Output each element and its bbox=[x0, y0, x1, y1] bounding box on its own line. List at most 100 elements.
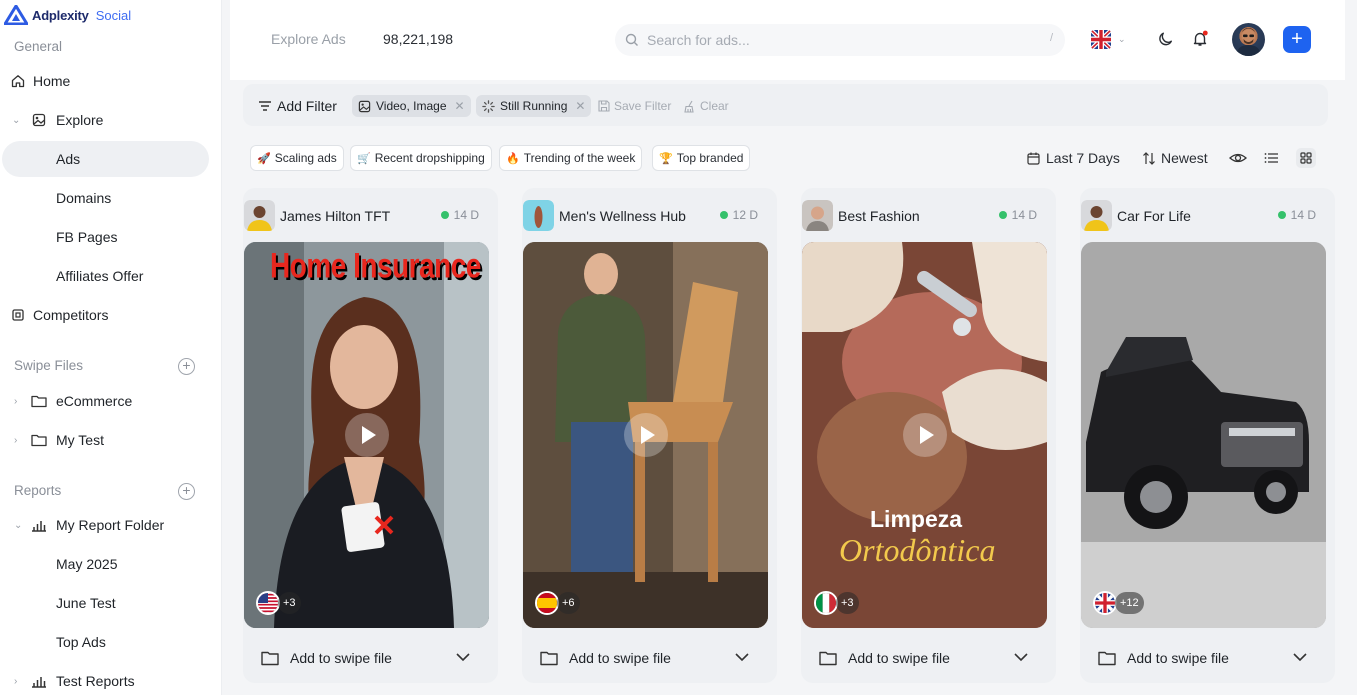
uk-flag-icon[interactable] bbox=[1091, 30, 1111, 49]
add-filter-button[interactable]: Add Filter bbox=[258, 95, 337, 117]
quick-chip-trending-week[interactable]: 🔥 Trending of the week bbox=[499, 145, 643, 171]
add-swipe-file-icon[interactable]: + bbox=[178, 358, 195, 375]
ad-media[interactable]: +12 bbox=[1081, 242, 1326, 628]
clear-filter-button[interactable]: Clear bbox=[683, 95, 729, 117]
sidebar-item-domains[interactable]: Domains bbox=[2, 180, 209, 216]
chevron-down-icon[interactable] bbox=[1013, 652, 1029, 662]
advertiser-avatar[interactable] bbox=[1081, 200, 1112, 231]
search-input[interactable] bbox=[647, 31, 1027, 49]
more-countries-badge: +6 bbox=[557, 592, 580, 614]
sidebar-item-ads[interactable]: Ads bbox=[2, 141, 209, 177]
ad-age-label: 12 D bbox=[732, 208, 758, 222]
image-gallery-icon bbox=[32, 113, 46, 127]
ad-countries[interactable]: +6 bbox=[535, 591, 580, 615]
active-status-dot bbox=[998, 211, 1007, 219]
add-report-icon[interactable]: + bbox=[178, 483, 195, 500]
ad-media[interactable]: Limpeza Ortodôntica +3 bbox=[802, 242, 1047, 628]
chevron-down-icon[interactable]: ⌄ bbox=[14, 520, 22, 531]
advertiser-avatar[interactable] bbox=[523, 200, 554, 231]
sidebar-item-label: Top Ads bbox=[56, 634, 106, 650]
add-to-swipe-file-button[interactable]: Add to swipe file bbox=[802, 640, 1047, 676]
search-bar[interactable]: / bbox=[615, 24, 1065, 56]
sidebar-item-my-report-folder[interactable]: ⌄ My Report Folder bbox=[2, 507, 209, 543]
sidebar-item-home[interactable]: Home bbox=[2, 63, 209, 99]
user-avatar[interactable] bbox=[1232, 23, 1265, 56]
chevron-down-icon[interactable]: ⌄ bbox=[12, 115, 20, 126]
sidebar-item-label: June Test bbox=[56, 595, 116, 611]
sidebar-item-competitors[interactable]: Competitors bbox=[2, 297, 209, 333]
dark-mode-moon-icon[interactable] bbox=[1157, 30, 1175, 48]
ad-card[interactable]: Car For Life 14 D +12 Add to swipe file bbox=[1080, 188, 1335, 683]
sidebar-item-may-2025[interactable]: May 2025 bbox=[2, 546, 209, 582]
ad-countries[interactable]: +3 bbox=[256, 591, 301, 615]
sidebar-item-june-test[interactable]: June Test bbox=[2, 585, 209, 621]
filter-lines-icon bbox=[259, 101, 271, 111]
chevron-right-icon[interactable]: › bbox=[14, 676, 17, 687]
advertiser-name[interactable]: Car For Life bbox=[1117, 208, 1191, 224]
sort-select[interactable]: Newest bbox=[1143, 150, 1208, 166]
add-to-swipe-file-button[interactable]: Add to swipe file bbox=[1081, 640, 1326, 676]
language-chevron-down-icon[interactable]: ⌄ bbox=[1118, 34, 1126, 45]
ad-card[interactable]: James Hilton TFT 14 D Home Insurance +3 bbox=[243, 188, 498, 683]
sidebar-item-affiliates-offer[interactable]: Affiliates Offer bbox=[2, 258, 209, 294]
sidebar-item-label: My Report Folder bbox=[56, 517, 165, 533]
chevron-down-icon[interactable] bbox=[455, 652, 471, 662]
chevron-right-icon[interactable]: › bbox=[14, 435, 17, 446]
advertiser-avatar[interactable] bbox=[244, 200, 275, 231]
ad-countries[interactable]: +12 bbox=[1093, 591, 1144, 615]
add-to-swipe-file-button[interactable]: Add to swipe file bbox=[523, 640, 768, 676]
quick-chip-label: Scaling ads bbox=[274, 151, 337, 165]
quick-chip-recent-dropshipping[interactable]: 🛒 Recent dropshipping bbox=[350, 145, 492, 171]
date-range-select[interactable]: Last 7 Days bbox=[1027, 150, 1120, 166]
advertiser-name[interactable]: Best Fashion bbox=[838, 208, 920, 224]
chevron-down-icon[interactable] bbox=[734, 652, 750, 662]
notification-bell-icon[interactable] bbox=[1191, 30, 1209, 48]
play-icon[interactable] bbox=[344, 413, 389, 457]
filter-chip-status[interactable]: Still Running ✕ bbox=[476, 95, 592, 117]
advertiser-avatar[interactable] bbox=[802, 200, 833, 231]
sidebar-item-top-ads[interactable]: Top Ads bbox=[2, 624, 209, 660]
quick-chip-scaling-ads[interactable]: 🚀 Scaling ads bbox=[250, 145, 344, 171]
active-status-dot bbox=[719, 211, 728, 219]
list-view-icon[interactable] bbox=[1262, 148, 1282, 168]
add-to-swipe-file-label: Add to swipe file bbox=[569, 650, 671, 666]
grid-view-icon[interactable] bbox=[1296, 148, 1316, 168]
chevron-down-icon[interactable] bbox=[1292, 652, 1308, 662]
add-to-swipe-file-button[interactable]: Add to swipe file bbox=[244, 640, 489, 676]
brand[interactable]: Adplexity Social bbox=[4, 4, 131, 26]
sidebar-item-my-test[interactable]: › My Test bbox=[2, 422, 209, 458]
sidebar-item-ecommerce[interactable]: › eCommerce bbox=[2, 383, 209, 419]
play-icon[interactable] bbox=[623, 413, 668, 457]
sidebar-item-label: Ads bbox=[56, 151, 81, 167]
chevron-right-icon[interactable]: › bbox=[14, 396, 17, 407]
sidebar-item-explore[interactable]: ⌄ Explore bbox=[2, 102, 209, 138]
play-icon[interactable] bbox=[902, 413, 947, 457]
spain-flag-icon bbox=[535, 591, 559, 615]
remove-filter-icon[interactable]: ✕ bbox=[455, 99, 465, 113]
section-general: General bbox=[14, 39, 63, 54]
save-filter-label: Save Filter bbox=[614, 99, 672, 113]
ad-card[interactable]: Men's Wellness Hub 12 D +6 Add to swipe … bbox=[522, 188, 777, 683]
ad-media[interactable]: +6 bbox=[523, 242, 768, 628]
advertiser-name[interactable]: James Hilton TFT bbox=[280, 208, 390, 224]
ad-card[interactable]: Best Fashion 14 D Limpeza Ortodôntica +3 bbox=[801, 188, 1056, 683]
quick-chip-top-branded[interactable]: 🏆 Top branded bbox=[652, 145, 751, 171]
filter-chip-media-type[interactable]: Video, Image ✕ bbox=[352, 95, 471, 117]
save-icon bbox=[598, 100, 610, 112]
breadcrumb[interactable]: Explore Ads bbox=[271, 31, 346, 47]
ad-age: 12 D bbox=[719, 208, 758, 222]
brand-product: Social bbox=[95, 7, 132, 23]
remove-filter-icon[interactable]: ✕ bbox=[575, 99, 585, 113]
ad-countries[interactable]: +3 bbox=[814, 591, 859, 615]
advertiser-name[interactable]: Men's Wellness Hub bbox=[559, 208, 686, 224]
brand-name: Adplexity bbox=[32, 7, 89, 23]
sidebar-item-test-reports[interactable]: › Test Reports bbox=[2, 663, 209, 695]
italy-flag-icon bbox=[814, 591, 838, 615]
rocket-icon: 🚀 bbox=[257, 152, 271, 165]
ad-media[interactable]: Home Insurance +3 bbox=[244, 242, 489, 628]
eye-icon[interactable] bbox=[1228, 148, 1248, 168]
create-button[interactable]: + bbox=[1283, 26, 1311, 53]
active-status-dot bbox=[1277, 211, 1286, 219]
sidebar-item-fb-pages[interactable]: FB Pages bbox=[2, 219, 209, 255]
save-filter-button[interactable]: Save Filter bbox=[598, 95, 671, 117]
